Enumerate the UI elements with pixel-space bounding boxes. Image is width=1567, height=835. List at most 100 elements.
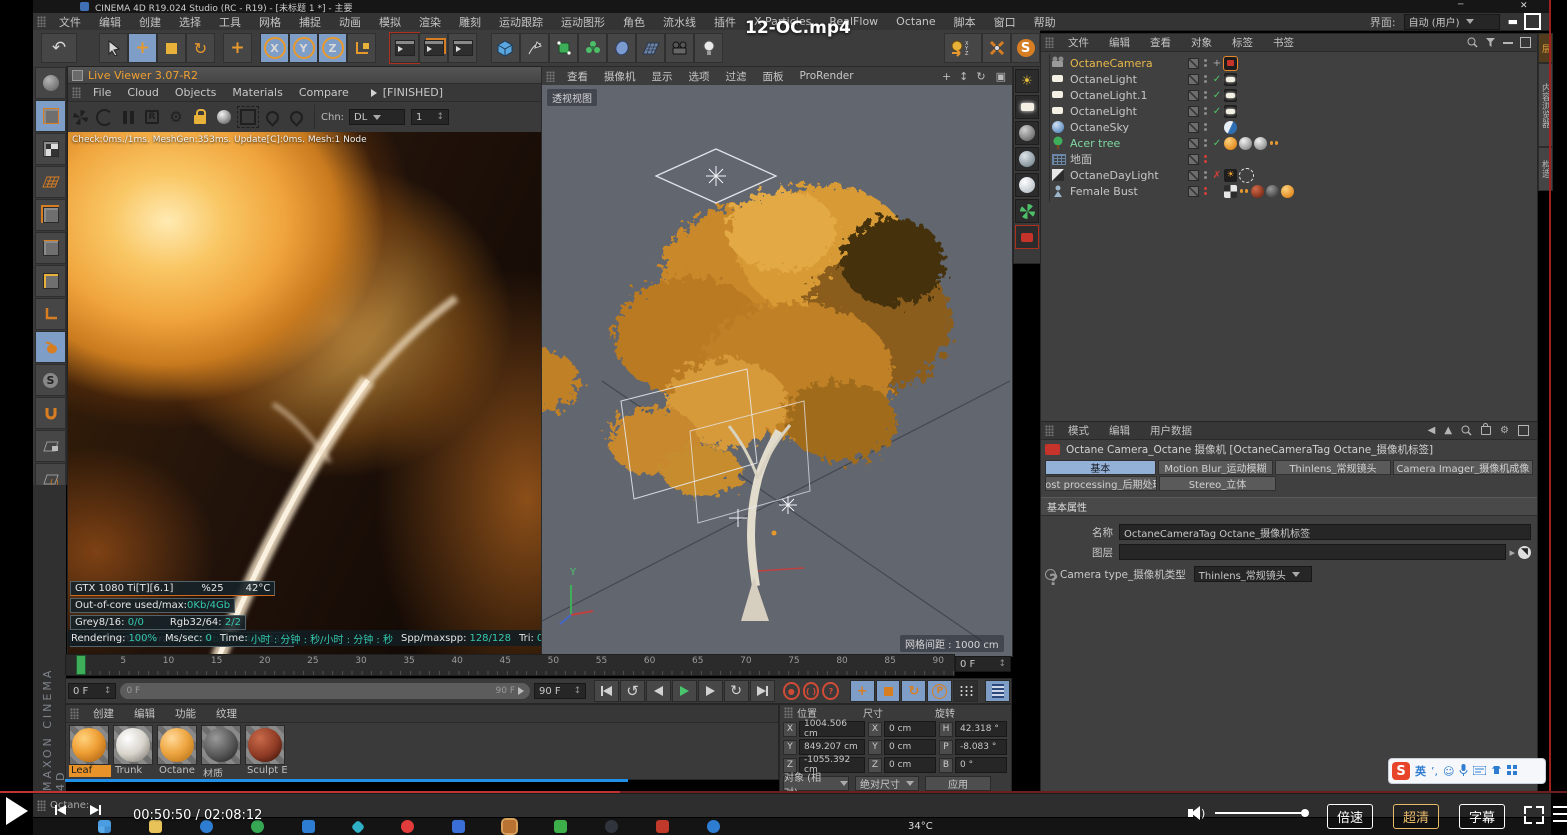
render-view-icon[interactable]	[390, 33, 419, 63]
attribute-menu-item[interactable]: 编辑	[1099, 423, 1140, 438]
preview-range-slider[interactable]: 0 F 90 F	[120, 683, 530, 699]
visibility-dots[interactable]	[1204, 91, 1207, 99]
playlist-menu-icon[interactable]	[1553, 806, 1567, 822]
material-tag-icon[interactable]	[1281, 185, 1294, 198]
light-tag-icon[interactable]	[1224, 73, 1237, 86]
octane-daylight-icon[interactable]: ☀	[1015, 69, 1039, 93]
playback-speed-button[interactable]: 倍速	[1327, 804, 1373, 829]
layer-toggle[interactable]	[1188, 58, 1199, 69]
rotation-h-field[interactable]: 42.318 °	[955, 721, 1007, 737]
tab-post-processing[interactable]: Post processing_后期处理	[1045, 476, 1157, 491]
object-row-octanesky[interactable]: OctaneSky	[1041, 119, 1537, 135]
daylight-tag-icon[interactable]	[1239, 168, 1254, 183]
rotation-b-field[interactable]: 0 °	[955, 757, 1007, 773]
timeline-ruler[interactable]: 051015202530354045505560657075808590	[65, 654, 955, 676]
menu-item[interactable]: Octane	[887, 15, 945, 28]
material-tag-icon[interactable]	[1266, 185, 1279, 198]
menubar-grip[interactable]	[37, 16, 46, 27]
perspective-viewport[interactable]: 查看摄像机显示选项过滤面板ProRender + ↕ ↻ ▣ 透视视图	[541, 66, 1013, 657]
object-row-female-bust[interactable]: Female Bust	[1041, 183, 1537, 199]
subtitles-button[interactable]: 字幕	[1459, 804, 1505, 829]
menu-item[interactable]: 雕刻	[450, 14, 490, 30]
menu-item[interactable]: 创建	[130, 14, 170, 30]
next-episode-button[interactable]	[90, 805, 101, 815]
visibility-dots[interactable]	[1204, 171, 1207, 179]
workplane-lock-icon[interactable]	[35, 430, 66, 462]
punctuation-icon[interactable]: ’,	[1431, 765, 1438, 778]
object-row-octanedaylight[interactable]: OctaneDayLight ✗ ☀	[1041, 167, 1537, 183]
loop-button[interactable]: ↻	[724, 680, 749, 702]
menu-item[interactable]: 窗口	[985, 14, 1025, 30]
previous-frame-button[interactable]	[646, 680, 671, 702]
object-manager-menu-item[interactable]: 标签	[1222, 35, 1263, 50]
octane-camera-icon[interactable]	[1015, 225, 1039, 249]
video-progress-track[interactable]	[0, 791, 1567, 793]
menu-item[interactable]: 工具	[210, 14, 250, 30]
object-row-octanelight-2[interactable]: OctaneLight ✓	[1041, 103, 1537, 119]
key-rotation-button[interactable]: ↻	[901, 680, 926, 702]
object-manager-menu-item[interactable]: 书签	[1263, 35, 1304, 50]
lock-x-button[interactable]: X	[260, 33, 289, 63]
settings-gear-icon[interactable]: ⚙	[1500, 425, 1509, 436]
pick-object-pin-icon[interactable]	[284, 106, 308, 128]
octane-specular-material-icon[interactable]	[1015, 173, 1039, 197]
material-sculpt[interactable]: Sculpt E	[245, 725, 287, 777]
play-backwards-button[interactable]: ↺	[620, 680, 645, 702]
keyframe-selection-icon[interactable]: ( )	[803, 682, 820, 700]
live-viewer-menu-item[interactable]: File	[85, 86, 119, 99]
object-manager-menu-item[interactable]: 编辑	[1099, 35, 1140, 50]
light-tag-icon[interactable]	[1224, 89, 1237, 102]
last-tool-icon[interactable]: +	[223, 33, 252, 63]
render-settings-gear-icon[interactable]: ⚙	[164, 106, 188, 128]
expression-tag-icon[interactable]	[1239, 185, 1249, 198]
s-app-icon[interactable]	[707, 820, 720, 833]
sphere-app-icon[interactable]	[605, 820, 618, 833]
enabled-check-icon[interactable]: ✓	[1210, 74, 1224, 85]
sun-tag-icon[interactable]: ☀	[1224, 169, 1237, 182]
material-tag-icon[interactable]	[1254, 137, 1267, 150]
add-generator-icon[interactable]	[549, 33, 578, 63]
visibility-dots-off[interactable]	[1204, 187, 1207, 195]
menu-item[interactable]: 帮助	[1025, 14, 1065, 30]
layer-toggle[interactable]	[1188, 122, 1199, 133]
live-viewer-menu-item[interactable]: Materials	[224, 86, 290, 99]
visibility-dots[interactable]	[1204, 107, 1207, 115]
material-tag-icon[interactable]	[1224, 137, 1237, 150]
material-menu-item[interactable]: 功能	[165, 706, 206, 721]
render-picture-viewer-icon[interactable]	[419, 33, 448, 63]
help-icon[interactable]: ?	[1049, 570, 1058, 589]
grip-icon[interactable]	[1045, 425, 1054, 436]
play-button[interactable]	[672, 680, 697, 702]
enabled-check-icon[interactable]: ✓	[1210, 90, 1224, 101]
current-frame-field[interactable]: 0 F↕	[955, 656, 1011, 672]
key-scale-button[interactable]	[876, 680, 901, 702]
volume-slider[interactable]	[1215, 812, 1305, 814]
material-caizhi[interactable]: 材质	[201, 725, 243, 777]
visibility-dots[interactable]	[1204, 123, 1207, 131]
filter-icon[interactable]	[1485, 37, 1496, 48]
channel-count-field[interactable]: 1↕	[411, 109, 449, 125]
material-octane[interactable]: Octane	[157, 725, 199, 777]
octane-camera-tag-icon[interactable]	[1224, 57, 1237, 70]
maximize-panel-icon[interactable]	[1520, 37, 1531, 48]
section-basic-properties[interactable]: 基本属性	[1041, 497, 1537, 516]
previous-episode-button[interactable]	[55, 805, 66, 815]
menu-item[interactable]: 捕捉	[290, 14, 330, 30]
name-input[interactable]: OctaneCameraTag Octane_摄像机标签	[1119, 524, 1531, 540]
v2-app-icon[interactable]	[452, 820, 465, 833]
points-mode-icon[interactable]	[35, 199, 66, 231]
live-viewer-menu-item[interactable]: Cloud	[119, 86, 166, 99]
attribute-menu-item[interactable]: 模式	[1058, 423, 1099, 438]
history-forward-icon[interactable]: ▲	[1444, 425, 1452, 436]
pause-render-icon[interactable]	[116, 106, 140, 128]
add-cube-icon[interactable]	[491, 33, 520, 63]
workplane-mode-icon[interactable]	[35, 166, 66, 198]
interface-select[interactable]: 自动 (用户)	[1404, 14, 1500, 30]
quality-button[interactable]: 超清	[1393, 804, 1439, 829]
material-menu-item[interactable]: 编辑	[124, 706, 165, 721]
picture-frame-icon[interactable]	[236, 106, 260, 128]
object-manager-menu-item[interactable]: 对象	[1181, 35, 1222, 50]
layer-toggle[interactable]	[1188, 106, 1199, 117]
material-tag-icon[interactable]	[1239, 137, 1252, 150]
snap-s-icon[interactable]: S	[35, 364, 66, 396]
